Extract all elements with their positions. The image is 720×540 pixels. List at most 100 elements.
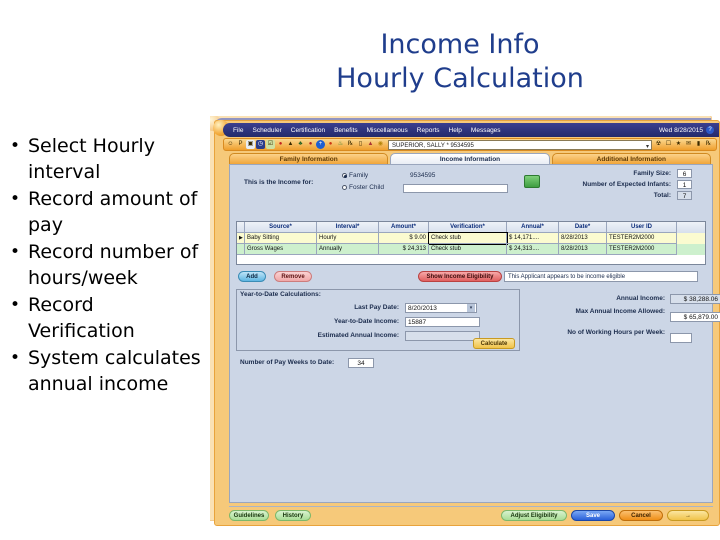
- expected-infants-label: Number of Expected Infants:: [582, 181, 671, 188]
- ytd-income-input[interactable]: 15887: [405, 317, 480, 327]
- help-icon[interactable]: ?: [706, 126, 714, 134]
- binoculars-icon[interactable]: ☺: [226, 140, 235, 149]
- table-row[interactable]: ▶ Baby Sitting Hourly $ 9.00 Check stub …: [237, 232, 705, 245]
- cell-verification[interactable]: Check stub: [429, 244, 507, 255]
- cell-interval[interactable]: Hourly: [317, 233, 379, 244]
- menu-item-benefits[interactable]: Benefits: [334, 127, 358, 134]
- alert-icon[interactable]: ▲: [366, 140, 375, 149]
- column-header-amount[interactable]: Amount*: [379, 222, 429, 233]
- prescription-icon[interactable]: ℞: [346, 140, 355, 149]
- radio-family[interactable]: Family: [342, 172, 368, 179]
- footer-bar: Guidelines History Adjust Eligibility Sa…: [223, 509, 715, 523]
- toolbar: ☺ P ▣ ◷ ☑ ● ▲ ♣ ● + ● ♨ ℞ ▯ ▲ ◉ SUPERIOR…: [223, 138, 717, 151]
- max-annual-income-allowed-input[interactable]: $ 65,879.00: [670, 312, 720, 322]
- list-item: Record amount of pay: [10, 186, 206, 238]
- remove-button[interactable]: Remove: [274, 271, 312, 282]
- income-for-label: This is the Income for:: [244, 179, 314, 186]
- family-icon[interactable]: ●: [276, 140, 285, 149]
- person-icon[interactable]: P: [236, 140, 245, 149]
- calculate-button[interactable]: Calculate: [473, 338, 515, 349]
- show-income-eligibility-button[interactable]: Show Income Eligibility: [418, 271, 502, 282]
- footer-divider: [229, 506, 713, 507]
- list-item: Record Verification: [10, 292, 206, 344]
- last-pay-date-label: Last Pay Date:: [354, 304, 399, 311]
- table-row[interactable]: Gross Wages Annually $ 24,313 Check stub…: [237, 244, 705, 255]
- chevron-down-icon[interactable]: ▾: [646, 142, 649, 149]
- cell-source[interactable]: Gross Wages: [245, 244, 317, 255]
- cell-source[interactable]: Baby Sitting: [245, 233, 317, 244]
- working-hours-per-week-label: No of Working Hours per Week:: [567, 329, 665, 336]
- folder-icon[interactable]: ☐: [664, 140, 673, 149]
- column-header-verification[interactable]: Verification*: [429, 222, 507, 233]
- pay-weeks-input[interactable]: 34: [348, 358, 374, 368]
- guidelines-button[interactable]: Guidelines: [229, 510, 269, 521]
- grid-lookup-icon[interactable]: [524, 175, 540, 188]
- menu-item-file[interactable]: File: [233, 127, 243, 134]
- save-button[interactable]: Save: [571, 510, 615, 521]
- cell-amount[interactable]: $ 9.00: [379, 233, 429, 244]
- apple-icon[interactable]: ●: [306, 140, 315, 149]
- annual-income-value: $ 38,288.06: [670, 294, 720, 304]
- menu-item-miscellaneous[interactable]: Miscellaneous: [367, 127, 408, 134]
- list-item: Record number of hours/week: [10, 239, 206, 291]
- total-label: Total:: [653, 192, 671, 199]
- calendar-icon[interactable]: ▣: [246, 140, 255, 149]
- note-icon[interactable]: ▮: [694, 140, 703, 149]
- cell-interval[interactable]: Annually: [317, 244, 379, 255]
- cell-verification[interactable]: Check stub: [428, 232, 508, 245]
- cell-annual[interactable]: $ 14,171....: [507, 233, 559, 244]
- child-icon[interactable]: ▲: [286, 140, 295, 149]
- app-window: File Scheduler Certification Benefits Mi…: [213, 120, 720, 526]
- cell-user-id: TESTER2M2000: [607, 244, 677, 255]
- rx-icon[interactable]: ℞: [704, 140, 713, 149]
- checklist-icon[interactable]: ☑: [266, 140, 275, 149]
- plant-icon[interactable]: ♨: [336, 140, 345, 149]
- add-button[interactable]: Add: [238, 271, 266, 282]
- cell-date[interactable]: 8/28/2013: [559, 244, 607, 255]
- total-value: 7: [677, 191, 692, 200]
- page-title-line-2: Hourly Calculation: [336, 63, 584, 94]
- family-size-input[interactable]: 6: [677, 169, 692, 178]
- eligibility-status-text: This Applicant appears to be income elig…: [504, 271, 698, 282]
- radio-foster-child[interactable]: Foster Child: [342, 184, 384, 191]
- cell-annual[interactable]: $ 24,313....: [507, 244, 559, 255]
- menu-item-help[interactable]: Help: [449, 127, 462, 134]
- column-header-user-id[interactable]: User ID: [607, 222, 677, 233]
- page-title: Income Info Hourly Calculation: [210, 28, 710, 96]
- clock-icon[interactable]: ◷: [256, 140, 265, 149]
- table-header-row: Source* Interval* Amount* Verification* …: [237, 222, 705, 233]
- plus-circle-icon[interactable]: +: [316, 140, 325, 149]
- star-icon[interactable]: ★: [674, 140, 683, 149]
- menu-item-reports[interactable]: Reports: [417, 127, 440, 134]
- adjust-eligibility-button[interactable]: Adjust Eligibility: [501, 510, 567, 521]
- cell-date[interactable]: 8/28/2013: [559, 233, 607, 244]
- column-header-annual[interactable]: Annual*: [507, 222, 559, 233]
- cell-user-id: TESTER2M2000: [607, 233, 677, 244]
- row-selected-marker-icon: ▶: [237, 233, 245, 244]
- food-icon[interactable]: ♣: [296, 140, 305, 149]
- expected-infants-input[interactable]: 1: [677, 180, 692, 189]
- mail-icon[interactable]: ✉: [684, 140, 693, 149]
- history-button[interactable]: History: [275, 510, 311, 521]
- last-pay-date-input[interactable]: 8/20/2013: [405, 303, 477, 313]
- menu-item-scheduler[interactable]: Scheduler: [252, 127, 281, 134]
- menu-item-certification[interactable]: Certification: [291, 127, 325, 134]
- family-id-value: 9534595: [410, 172, 436, 179]
- cancel-button[interactable]: Cancel: [619, 510, 663, 521]
- column-header-source[interactable]: Source*: [245, 222, 317, 233]
- next-arrow-button[interactable]: →: [667, 510, 709, 521]
- column-header-interval[interactable]: Interval*: [317, 222, 379, 233]
- ytd-income-label: Year-to-Date Income:: [333, 318, 399, 325]
- client-select[interactable]: SUPERIOR, SALLY * 9534595 ▾: [388, 139, 652, 150]
- card-icon[interactable]: ▯: [356, 140, 365, 149]
- working-hours-per-week-input[interactable]: [670, 333, 692, 343]
- income-sources-table[interactable]: Source* Interval* Amount* Verification* …: [236, 221, 706, 265]
- column-header-date[interactable]: Date*: [559, 222, 607, 233]
- bulb-icon[interactable]: ☢: [654, 140, 663, 149]
- menu-item-messages[interactable]: Messages: [471, 127, 501, 134]
- cell-amount[interactable]: $ 24,313: [379, 244, 429, 255]
- refresh-icon[interactable]: ◉: [376, 140, 385, 149]
- tomato-icon[interactable]: ●: [326, 140, 335, 149]
- client-select-value: SUPERIOR, SALLY * 9534595: [392, 142, 474, 149]
- foster-child-input[interactable]: [403, 184, 508, 193]
